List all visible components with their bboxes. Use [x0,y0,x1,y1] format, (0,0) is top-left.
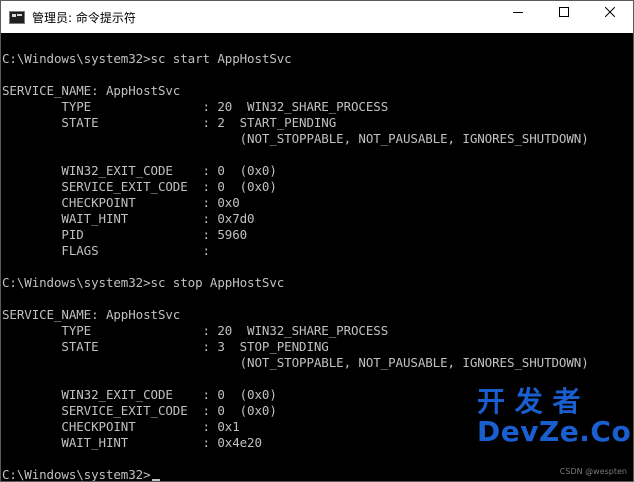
console-line: STATE : 3 STOP_PENDING [2,339,329,354]
close-icon [605,7,615,17]
console-line: (NOT_STOPPABLE, NOT_PAUSABLE, IGNORES_SH… [2,355,589,370]
console-line: C:\Windows\system32>sc stop AppHostSvc [2,275,285,290]
console-line: SERVICE_EXIT_CODE : 0 (0x0) [2,179,277,194]
cmd-app-icon [9,10,25,24]
console-line: STATE : 2 START_PENDING [2,115,337,130]
console-output-area[interactable]: C:\Windows\system32>sc start AppHostSvc S… [1,33,633,481]
console-line: TYPE : 20 WIN32_SHARE_PROCESS [2,99,389,114]
maximize-button[interactable] [541,1,587,23]
maximize-icon [559,7,569,17]
console-line: SERVICE_NAME: AppHostSvc [2,307,181,322]
close-button[interactable] [587,1,633,23]
console-line: TYPE : 20 WIN32_SHARE_PROCESS [2,323,389,338]
console-lines: C:\Windows\system32>sc start AppHostSvc S… [2,51,589,481]
console-line: WAIT_HINT : 0x4e20 [2,435,262,450]
console-line: WIN32_EXIT_CODE : 0 (0x0) [2,163,277,178]
console-line: WIN32_EXIT_CODE : 0 (0x0) [2,387,277,402]
console-line: C:\Windows\system32>sc start AppHostSvc [2,51,292,66]
console-line: CHECKPOINT : 0x1 [2,419,240,434]
window-controls [495,1,633,33]
text-cursor [151,479,160,481]
console-line: SERVICE_NAME: AppHostSvc [2,83,181,98]
command-prompt-window: 管理员: 命令提示符 C:\Windows\system32>sc start [0,0,634,482]
console-line: CHECKPOINT : 0x0 [2,195,240,210]
title-bar[interactable]: 管理员: 命令提示符 [1,1,633,33]
watermark-csdn-text: CSDN @wespten [559,467,627,476]
console-line: SERVICE_EXIT_CODE : 0 (0x0) [2,403,277,418]
console-line: (NOT_STOPPABLE, NOT_PAUSABLE, IGNORES_SH… [2,131,589,146]
console-line: C:\Windows\system32> [2,467,589,481]
window-title: 管理员: 命令提示符 [32,10,136,25]
console-line: FLAGS : [2,243,210,258]
minimize-icon [513,12,523,13]
console-line: WAIT_HINT : 0x7d0 [2,211,255,226]
console-line: PID : 5960 [2,227,248,242]
minimize-button[interactable] [495,1,541,23]
